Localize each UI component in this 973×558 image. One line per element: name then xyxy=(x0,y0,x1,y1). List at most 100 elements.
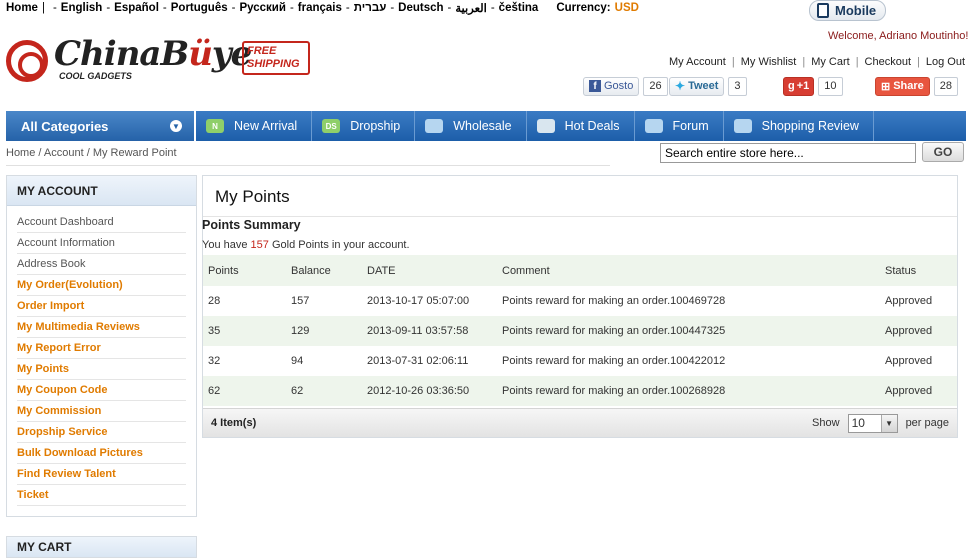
points-table: Points Balance DATE Comment Status 28 15… xyxy=(203,255,957,406)
cell-balance: 129 xyxy=(286,316,362,346)
sidebar-item-coupon-code[interactable]: My Coupon Code xyxy=(17,380,186,401)
phone-icon xyxy=(817,3,829,18)
facebook-button[interactable]: f Gosto xyxy=(583,76,640,96)
search-input[interactable] xyxy=(660,143,916,163)
logo-brand: ChinaBüye xyxy=(54,34,252,74)
col-points: Points xyxy=(203,255,286,286)
logout-link[interactable]: Log Out xyxy=(926,56,965,68)
lang-deutsch[interactable]: Deutsch xyxy=(398,2,443,14)
plus-icon: ⊞ xyxy=(881,80,891,93)
cell-date: 2013-10-17 05:07:00 xyxy=(367,295,470,307)
sidebar-item-address-book[interactable]: Address Book xyxy=(17,254,186,275)
gold-points-value: 157 xyxy=(250,239,269,251)
nav-dropship[interactable]: DS Dropship xyxy=(312,111,416,141)
separator: - xyxy=(447,2,452,14)
nav-label: Hot Deals xyxy=(564,119,620,133)
table-row: 35 129 2013-09-11 03:57:58 Points reward… xyxy=(203,316,957,346)
col-date: DATE xyxy=(362,255,497,286)
sidebar-item-report-error[interactable]: My Report Error xyxy=(17,338,186,359)
account-links: My Account | My Wishlist | My Cart | Checko… xyxy=(669,56,965,68)
currency-value[interactable]: USD xyxy=(615,2,639,14)
currency-label: Currency: xyxy=(556,2,611,14)
nav-forum[interactable]: Forum xyxy=(635,111,724,141)
sidebar-item-commission[interactable]: My Commission xyxy=(17,401,186,422)
mobile-button[interactable]: Mobile xyxy=(809,0,886,21)
separator: - xyxy=(289,2,294,14)
nav-wholesale[interactable]: Wholesale xyxy=(415,111,527,141)
nav-new-arrival[interactable]: N New Arrival xyxy=(196,111,313,141)
cell-status: Approved xyxy=(885,295,933,307)
lang-francais[interactable]: français xyxy=(298,2,342,14)
separator: | xyxy=(41,2,45,14)
sidebar-item-bulk-download[interactable]: Bulk Download Pictures xyxy=(17,443,186,464)
balance-text-post: Gold Points in your account. xyxy=(271,239,410,251)
cell-date: 2013-09-11 03:57:58 xyxy=(362,316,497,346)
logo-brand-part: ChinaB xyxy=(54,34,189,74)
balance-text-pre: You have xyxy=(202,239,248,251)
facebook-count: 26 xyxy=(643,76,668,96)
lang-espanol[interactable]: Español xyxy=(114,2,159,14)
cell-points: 28 xyxy=(208,295,221,307)
home-link[interactable]: Home xyxy=(6,2,38,14)
search-go-button[interactable]: GO xyxy=(922,142,964,162)
nav-label: Shopping Review xyxy=(761,119,859,133)
sidebar-item-ticket[interactable]: Ticket xyxy=(17,485,186,506)
mobile-label: Mobile xyxy=(835,3,877,18)
nav-hot-deals[interactable]: Hot Deals xyxy=(527,111,635,141)
lang-cestina[interactable]: čeština xyxy=(499,2,539,14)
twitter-bird-icon: ✦ xyxy=(675,79,686,93)
facebook-icon: f xyxy=(589,80,601,92)
per-page-select[interactable]: 10 ▼ xyxy=(847,413,898,433)
sidebar-item-order-import[interactable]: Order Import xyxy=(17,296,186,317)
cell-comment: Points reward for making an order.100268… xyxy=(497,376,880,406)
checkout-link[interactable]: Checkout xyxy=(865,56,911,68)
sidebar-item-my-points[interactable]: My Points xyxy=(17,359,186,380)
tweet-button[interactable]: ✦ Tweet xyxy=(669,76,725,96)
sidebar-item-review-talent[interactable]: Find Review Talent xyxy=(17,464,186,485)
welcome-message: Welcome, Adriano Moutinho! xyxy=(828,30,969,42)
lang-portugues[interactable]: Português xyxy=(171,2,228,14)
my-wishlist-link[interactable]: My Wishlist xyxy=(741,56,797,68)
review-icon xyxy=(733,119,752,133)
share-button[interactable]: ⊞ Share xyxy=(875,76,930,96)
all-categories-button[interactable]: All Categories ▼ xyxy=(6,111,196,141)
forum-icon xyxy=(644,119,663,133)
shipping-label: SHIPPING xyxy=(247,58,300,70)
lang-english[interactable]: English xyxy=(61,2,103,14)
cell-balance: 157 xyxy=(291,295,310,307)
separator: - xyxy=(231,2,236,14)
sidebar-item-account-dashboard[interactable]: Account Dashboard xyxy=(17,212,186,233)
account-sidebar: MY ACCOUNT Account Dashboard Account Inf… xyxy=(6,175,197,517)
cell-status: Approved xyxy=(880,376,957,406)
tweet-label: Tweet xyxy=(688,80,719,92)
free-label: FREE xyxy=(247,45,277,57)
chevron-down-icon: ▼ xyxy=(170,120,182,132)
new-arrival-icon: N xyxy=(206,119,224,133)
show-label: Show xyxy=(812,417,840,429)
lang-russian[interactable]: Русский xyxy=(239,2,285,14)
per-page-value: 10 xyxy=(851,416,865,430)
breadcrumb[interactable]: Home / Account / My Reward Point xyxy=(6,147,177,159)
my-cart-link[interactable]: My Cart xyxy=(811,56,850,68)
sidebar-item-dropship-service[interactable]: Dropship Service xyxy=(17,422,186,443)
page-title: My Points xyxy=(203,176,957,217)
sidebar-menu: Account Dashboard Account Information Ad… xyxy=(7,206,196,506)
sidebar-item-my-order[interactable]: My Order(Evolution) xyxy=(17,275,186,296)
nav-shopping-review[interactable]: Shopping Review xyxy=(724,111,874,141)
separator: | xyxy=(731,56,735,68)
nav-label: Wholesale xyxy=(453,119,512,133)
nav-label: New Arrival xyxy=(234,119,298,133)
lang-hebrew[interactable]: עברית xyxy=(354,2,387,14)
my-account-link[interactable]: My Account xyxy=(669,56,726,68)
sidebar-item-multimedia-reviews[interactable]: My Multimedia Reviews xyxy=(17,317,186,338)
cell-status: Approved xyxy=(880,316,957,346)
site-logo[interactable]: ChinaBüye COOL GADGETS FREE SHIPPING xyxy=(6,34,311,86)
cell-balance: 62 xyxy=(286,376,362,406)
my-cart-title: MY CART xyxy=(6,536,197,558)
sidebar-item-account-information[interactable]: Account Information xyxy=(17,233,186,254)
table-header-row: Points Balance DATE Comment Status xyxy=(203,255,957,286)
gplus-count: 10 xyxy=(818,76,843,96)
table-row: 32 94 2013-07-31 02:06:11 Points reward … xyxy=(203,346,957,376)
gplus-button[interactable]: g +1 xyxy=(783,76,815,96)
lang-arabic[interactable]: العربية xyxy=(455,1,486,15)
